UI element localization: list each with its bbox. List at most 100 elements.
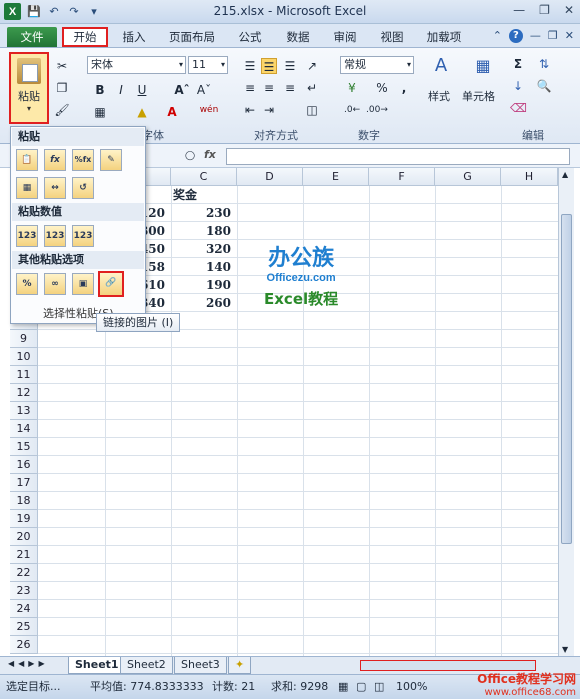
close-icon[interactable]: ✕ <box>564 3 574 17</box>
styles-button[interactable]: 样式 <box>428 88 450 104</box>
font-size-select[interactable]: 11 ▾ <box>188 56 228 74</box>
row-header[interactable]: 13 <box>10 402 38 420</box>
align-center-icon[interactable]: ≡ <box>261 80 277 96</box>
doc-close-icon[interactable]: ✕ <box>565 29 574 43</box>
cancel-formula-icon[interactable]: ◯ <box>182 148 198 164</box>
paste-icon[interactable]: 📋 <box>16 149 38 171</box>
tab-review[interactable]: 审阅 <box>327 27 363 47</box>
cell-c6[interactable]: 190 <box>171 276 237 294</box>
doc-restore-icon[interactable]: ❐ <box>548 29 558 43</box>
row-header[interactable]: 18 <box>10 492 38 510</box>
sheet-tab-3[interactable]: Sheet3 <box>174 657 227 674</box>
paste-values-format-icon[interactable]: 123 <box>72 225 94 247</box>
underline-button[interactable]: U <box>134 82 150 98</box>
tab-home[interactable]: 开始 <box>62 27 108 47</box>
fx-icon[interactable]: fx <box>204 148 216 161</box>
row-header[interactable]: 15 <box>10 438 38 456</box>
scroll-up-icon[interactable]: ▲ <box>562 170 568 179</box>
page-break-view-icon[interactable]: ◫ <box>374 675 384 699</box>
cells-icon[interactable]: ▦ <box>472 58 494 84</box>
row-header[interactable]: 24 <box>10 600 38 618</box>
row-header[interactable]: 12 <box>10 384 38 402</box>
currency-icon[interactable]: ¥ <box>344 80 360 96</box>
increase-indent-icon[interactable]: ⇥ <box>261 102 277 118</box>
cell-c1[interactable]: 奖金 <box>171 186 237 204</box>
align-middle-icon[interactable]: ☰ <box>261 58 277 74</box>
autosum-icon[interactable]: Σ <box>510 56 526 72</box>
borders-icon[interactable]: ▦ <box>92 104 108 120</box>
paste-link-icon[interactable]: ∞ <box>44 273 66 295</box>
sheet-tab-1[interactable]: Sheet1 <box>68 657 126 674</box>
column-header[interactable]: D <box>237 168 303 186</box>
restore-icon[interactable]: ❐ <box>539 3 550 17</box>
tab-insert[interactable]: 插入 <box>116 27 152 47</box>
row-header[interactable]: 25 <box>10 618 38 636</box>
row-header[interactable]: 21 <box>10 546 38 564</box>
paste-no-borders-icon[interactable]: ▦ <box>16 177 38 199</box>
horizontal-scrollbar[interactable] <box>360 660 536 671</box>
column-header[interactable]: H <box>501 168 558 186</box>
clear-icon[interactable]: ⌫ <box>510 100 527 116</box>
zoom-level[interactable]: 100% <box>396 675 427 699</box>
align-top-icon[interactable]: ☰ <box>242 58 258 74</box>
page-layout-view-icon[interactable]: ▢ <box>356 675 366 699</box>
tab-formulas[interactable]: 公式 <box>232 27 268 47</box>
decrease-decimal-icon[interactable]: .00→ <box>366 102 388 118</box>
row-header[interactable]: 22 <box>10 564 38 582</box>
tab-view[interactable]: 视图 <box>374 27 410 47</box>
cell-c4[interactable]: 320 <box>171 240 237 258</box>
wrap-text-icon[interactable]: ↵ <box>304 80 320 96</box>
row-header[interactable]: 19 <box>10 510 38 528</box>
copy-icon[interactable]: ❐ <box>54 80 70 96</box>
row-header[interactable]: 16 <box>10 456 38 474</box>
vertical-scrollbar[interactable]: ▲ ▼ <box>558 168 574 656</box>
sheet-nav-icons[interactable]: ◀◀▶▶ <box>8 659 49 668</box>
align-bottom-icon[interactable]: ☰ <box>282 58 298 74</box>
column-header[interactable]: C <box>171 168 237 186</box>
percent-button[interactable]: % <box>374 80 390 96</box>
cell-c7[interactable]: 260 <box>171 294 237 312</box>
grow-font-icon[interactable]: Aˆ <box>174 82 190 98</box>
sheet-tab-2[interactable]: Sheet2 <box>120 657 173 674</box>
paste-keep-format-icon[interactable]: ✎ <box>100 149 122 171</box>
row-header[interactable]: 17 <box>10 474 38 492</box>
paste-button[interactable]: 粘贴 ▾ <box>9 52 49 124</box>
fill-color-icon[interactable]: ▲ <box>134 104 150 120</box>
merge-center-icon[interactable]: ◫ <box>304 102 320 118</box>
decrease-indent-icon[interactable]: ⇤ <box>242 102 258 118</box>
cell-c3[interactable]: 180 <box>171 222 237 240</box>
tab-file[interactable]: 文件 <box>7 27 57 47</box>
row-header[interactable]: 23 <box>10 582 38 600</box>
column-header[interactable]: F <box>369 168 435 186</box>
italic-button[interactable]: I <box>113 82 129 98</box>
tab-data[interactable]: 数据 <box>280 27 316 47</box>
column-header[interactable]: E <box>303 168 369 186</box>
phonetic-button[interactable]: wén <box>198 102 220 118</box>
row-header[interactable]: 20 <box>10 528 38 546</box>
paste-linked-picture-icon[interactable]: 🔗 <box>98 271 124 297</box>
column-header[interactable]: G <box>435 168 501 186</box>
sort-filter-icon[interactable]: ⇅ <box>536 56 552 72</box>
row-header[interactable]: 10 <box>10 348 38 366</box>
normal-view-icon[interactable]: ▦ <box>338 675 348 699</box>
insert-sheet-icon[interactable]: ✦ <box>228 657 252 674</box>
paste-formatting-icon[interactable]: % <box>16 273 38 295</box>
font-color-icon[interactable]: A <box>164 104 180 120</box>
scrollbar-thumb[interactable] <box>561 214 572 544</box>
paste-formulas-number-icon[interactable]: %fx <box>72 149 94 171</box>
collapse-ribbon-icon[interactable]: ⌃ <box>493 29 502 43</box>
orientation-icon[interactable]: ↗ <box>304 58 320 74</box>
paste-picture-icon[interactable]: ▣ <box>72 273 94 295</box>
increase-decimal-icon[interactable]: .0← <box>344 102 360 118</box>
formula-input[interactable] <box>226 148 570 165</box>
row-header[interactable]: 9 <box>10 330 38 348</box>
doc-minimize-icon[interactable]: — <box>530 29 541 43</box>
tab-page-layout[interactable]: 页面布局 <box>163 27 221 47</box>
find-select-icon[interactable]: 🔍 <box>536 78 552 94</box>
paste-formulas-icon[interactable]: fx <box>44 149 66 171</box>
align-left-icon[interactable]: ≡ <box>242 80 258 96</box>
scroll-down-icon[interactable]: ▼ <box>562 645 568 654</box>
cut-icon[interactable]: ✂ <box>54 58 70 74</box>
align-right-icon[interactable]: ≡ <box>282 80 298 96</box>
row-header[interactable]: 14 <box>10 420 38 438</box>
